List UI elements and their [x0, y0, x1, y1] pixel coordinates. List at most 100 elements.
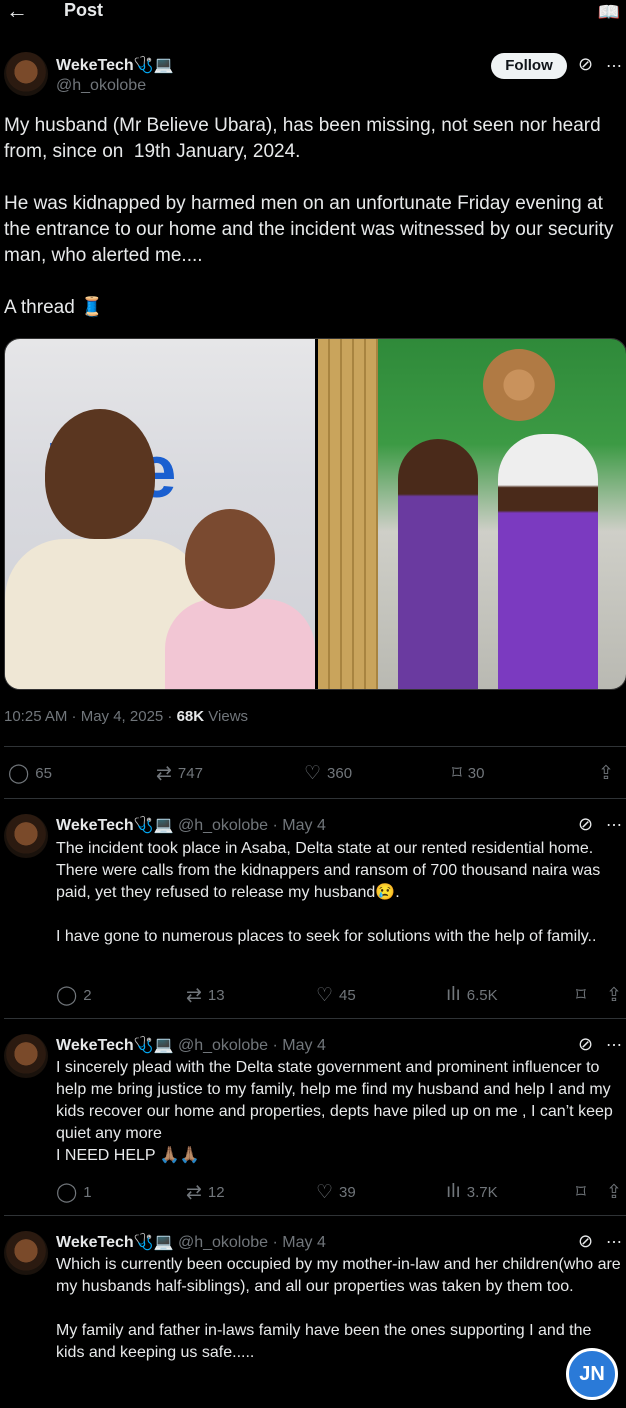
back-arrow-icon[interactable]: ←: [6, 0, 28, 24]
repost-button[interactable]: ⇄ 12: [186, 1181, 225, 1204]
divider: [4, 798, 626, 799]
photo-man: [45, 409, 155, 539]
photo-right[interactable]: [318, 339, 626, 689]
share-icon: ⇪: [606, 985, 622, 1006]
reply-count: 2: [83, 987, 92, 1004]
grok-icon[interactable]: ⊘: [578, 1231, 593, 1252]
avatar[interactable]: [4, 52, 48, 96]
views-count: 3.7K: [466, 1183, 498, 1201]
reply-author-name: WekeTech: [56, 1234, 134, 1251]
like-button[interactable]: ♡ 360: [304, 762, 352, 785]
photo-bride: [498, 434, 598, 689]
author-name-text: WekeTech: [56, 57, 134, 74]
reply-button[interactable]: ◯ 65: [8, 762, 52, 785]
like-count: 45: [339, 987, 356, 1004]
repost-count: 747: [177, 765, 203, 782]
bookmark-count: 30: [467, 765, 485, 782]
grok-icon[interactable]: ⊘: [578, 54, 593, 75]
photo-baby-dress: [165, 599, 315, 689]
reply-text: Which is currently been occupied by my m…: [56, 1256, 621, 1361]
views-icon: ılı: [446, 1181, 461, 1202]
share-button[interactable]: ⇪: [606, 1181, 622, 1204]
author-emoji: 🩺💻: [133, 57, 174, 74]
reply-author[interactable]: WekeTech🩺💻 @h_okolobe · May 4: [56, 1035, 326, 1055]
views-icon: ılı: [446, 984, 461, 1005]
follow-button[interactable]: Follow: [491, 53, 567, 79]
reply-author-name: WekeTech: [56, 817, 134, 834]
views-button[interactable]: ılı 3.7K: [446, 1181, 498, 1203]
repost-count: 13: [207, 987, 225, 1004]
like-count: 39: [339, 1184, 356, 1201]
reply-handle-date: @h_okolobe · May 4: [177, 1234, 326, 1251]
more-icon[interactable]: ⋯: [606, 1035, 623, 1055]
bookmark-icon: ⌑: [452, 763, 462, 784]
avatar[interactable]: [4, 1231, 48, 1275]
reply-icon: ◯: [56, 985, 78, 1006]
repost-button[interactable]: ⇄ 13: [186, 984, 225, 1007]
bookmark-button[interactable]: ⌑ 30: [452, 762, 484, 785]
photo-hat: [483, 349, 555, 421]
views-count: 6.5K: [466, 986, 498, 1004]
avatar[interactable]: [4, 1034, 48, 1078]
reply-author-emoji: 🩺💻: [133, 1234, 174, 1251]
reply-count: 65: [35, 765, 52, 782]
share-icon: ⇪: [598, 763, 614, 784]
photo-baby: [185, 509, 275, 609]
reply-text: I sincerely plead with the Delta state g…: [56, 1059, 613, 1164]
reply-handle-date: @h_okolobe · May 4: [177, 1037, 326, 1054]
grok-icon[interactable]: ⊘: [578, 814, 593, 835]
like-icon: ♡: [316, 985, 334, 1006]
bookmark-button[interactable]: ⌑: [576, 984, 586, 1007]
repost-button[interactable]: ⇄ 747: [156, 762, 203, 785]
bookmark-button[interactable]: ⌑: [576, 1181, 586, 1204]
avatar[interactable]: [4, 814, 48, 858]
author-handle[interactable]: @h_okolobe: [56, 77, 146, 95]
author-name[interactable]: WekeTech🩺💻: [56, 55, 174, 75]
jn-watermark-logo: JN: [566, 1348, 618, 1400]
post-media[interactable]: inte: [4, 338, 626, 690]
like-count: 360: [327, 765, 353, 782]
reply-icon: ◯: [8, 763, 30, 784]
top-bar: ← Post 📖: [0, 0, 626, 24]
reply-author-name: WekeTech: [56, 1037, 134, 1054]
more-icon[interactable]: ⋯: [606, 1232, 623, 1252]
like-button[interactable]: ♡ 45: [316, 984, 356, 1007]
post-meta: 10:25 AM · May 4, 2025 · 68K Views: [4, 708, 248, 725]
share-icon: ⇪: [606, 1182, 622, 1203]
reply-icon: ◯: [56, 1182, 78, 1203]
repost-count: 12: [207, 1184, 225, 1201]
reader-icon[interactable]: 📖: [598, 2, 620, 23]
page-title: Post: [64, 0, 104, 20]
views-button[interactable]: ılı 6.5K: [446, 984, 498, 1006]
photo-bamboo: [318, 339, 378, 689]
reply-author-emoji: 🩺💻: [133, 817, 174, 834]
repost-icon: ⇄: [186, 985, 202, 1006]
repost-icon: ⇄: [156, 763, 172, 784]
views-label: Views: [204, 708, 249, 725]
reply-text: The incident took place in Asaba, Delta …: [56, 840, 601, 945]
share-button[interactable]: ⇪: [606, 984, 622, 1007]
bookmark-icon: ⌑: [576, 985, 586, 1006]
reply-author-emoji: 🩺💻: [133, 1037, 174, 1054]
grok-icon[interactable]: ⊘: [578, 1034, 593, 1055]
post-time: 10:25 AM · May 4, 2025 ·: [4, 708, 177, 725]
reply-handle-date: @h_okolobe · May 4: [177, 817, 326, 834]
reply-author[interactable]: WekeTech🩺💻 @h_okolobe · May 4: [56, 815, 326, 835]
reply-count: 1: [83, 1184, 92, 1201]
bookmark-icon: ⌑: [576, 1182, 586, 1203]
more-icon[interactable]: ⋯: [606, 56, 623, 76]
reply-button[interactable]: ◯ 2: [56, 984, 92, 1007]
more-icon[interactable]: ⋯: [606, 815, 623, 835]
divider: [4, 1018, 626, 1019]
photo-groom: [398, 439, 478, 689]
post-text: My husband (Mr Believe Ubara), has been …: [4, 115, 614, 318]
reply-button[interactable]: ◯ 1: [56, 1181, 92, 1204]
like-icon: ♡: [316, 1182, 334, 1203]
photo-left[interactable]: inte: [5, 339, 315, 689]
reply-author[interactable]: WekeTech🩺💻 @h_okolobe · May 4: [56, 1232, 326, 1252]
share-button[interactable]: ⇪: [598, 762, 614, 785]
repost-icon: ⇄: [186, 1182, 202, 1203]
like-icon: ♡: [304, 763, 322, 784]
like-button[interactable]: ♡ 39: [316, 1181, 356, 1204]
divider: [4, 1215, 626, 1216]
